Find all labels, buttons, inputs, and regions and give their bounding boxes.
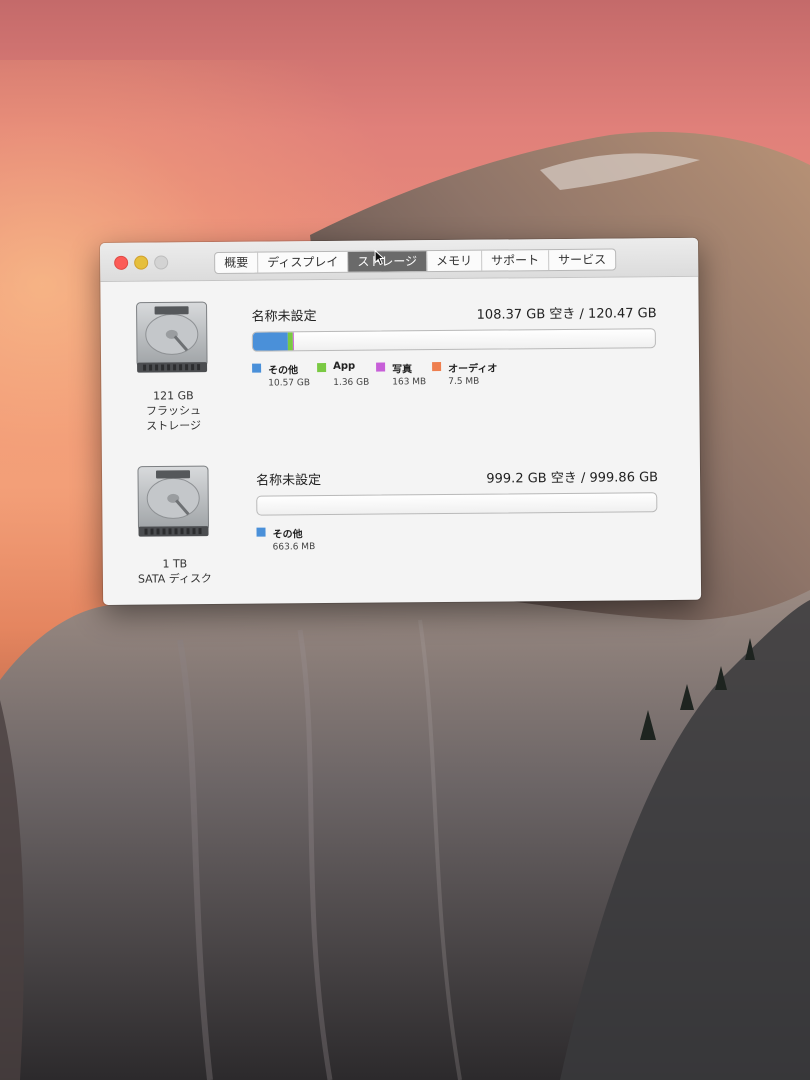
legend-item-audio: オーディオ 7.5 MB [432, 359, 512, 387]
volume-name: 名称未設定 [256, 473, 322, 489]
legend-swatch [432, 362, 442, 372]
tab-memory[interactable]: メモリ [427, 250, 483, 272]
hard-drive-icon [137, 465, 209, 537]
about-this-mac-window: 概要 ディスプレイ ストレージ メモリ サポート サービス 121 GB フラッ… [100, 237, 702, 605]
storage-usage-bar [256, 492, 658, 516]
free-space-label: 108.37 GB 空き / 120.47 GB [476, 306, 657, 323]
free-space-label: 999.2 GB 空き / 999.86 GB [486, 470, 659, 487]
close-window-button[interactable] [114, 255, 129, 270]
drive-caption: 121 GB フラッシュ ストレージ [145, 389, 202, 433]
window-titlebar[interactable]: 概要 ディスプレイ ストレージ メモリ サポート サービス [100, 237, 699, 282]
minimize-window-button[interactable] [134, 255, 149, 270]
usage-segment [252, 332, 289, 351]
legend-swatch [252, 363, 262, 373]
drive-row-sata: 1 TB SATA ディスク 名称未設定 999.2 GB 空き / 999.8… [102, 460, 700, 586]
tab-storage[interactable]: ストレージ [348, 251, 428, 272]
legend-item-app: App 1.36 GB [317, 360, 397, 388]
volume-name: 名称未設定 [251, 309, 317, 325]
legend-swatch [317, 363, 327, 373]
zoom-window-button[interactable] [154, 255, 169, 270]
tab-overview[interactable]: 概要 [215, 252, 259, 273]
tab-displays[interactable]: ディスプレイ [258, 251, 349, 273]
storage-usage-bar [251, 328, 656, 352]
tab-support[interactable]: サポート [482, 250, 550, 271]
legend-swatch [256, 527, 266, 537]
mouse-cursor-icon [374, 249, 385, 266]
legend-swatch [376, 362, 386, 372]
tab-bar: 概要 ディスプレイ ストレージ メモリ サポート サービス [214, 248, 617, 275]
drive-caption: 1 TB SATA ディスク [137, 557, 212, 586]
tab-service[interactable]: サービス [549, 250, 615, 271]
legend-item-other: その他 663.6 MB [256, 525, 336, 553]
legend-item-other: その他 10.57 GB [252, 361, 332, 389]
hard-drive-icon [136, 301, 208, 373]
usage-segment [292, 332, 294, 351]
drive-row-flash: 121 GB フラッシュ ストレージ 名称未設定 108.37 GB 空き / … [101, 296, 699, 433]
legend-item-photos: 写真 163 MB [376, 360, 456, 387]
